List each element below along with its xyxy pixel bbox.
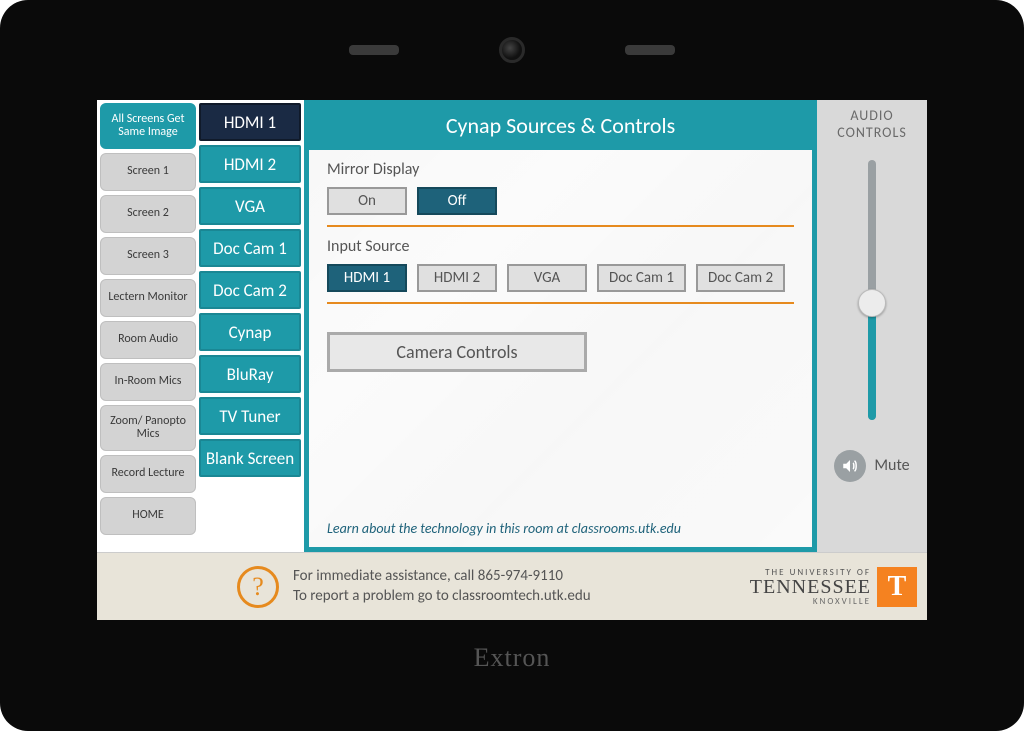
nav-room-audio[interactable]: Room Audio: [100, 321, 196, 359]
nav-screen-2[interactable]: Screen 2: [100, 195, 196, 233]
speaker-right-icon: [625, 45, 675, 55]
source-hdmi-1[interactable]: HDMI 1: [199, 103, 301, 141]
input-source-label: Input Source: [327, 237, 794, 256]
mirror-on-button[interactable]: On: [327, 187, 407, 215]
source-doc-cam-1[interactable]: Doc Cam 1: [199, 229, 301, 267]
nav-lectern-monitor[interactable]: Lectern Monitor: [100, 279, 196, 317]
source-bluray[interactable]: BluRay: [199, 355, 301, 393]
device-frame: All Screens Get Same Image Screen 1 Scre…: [0, 0, 1024, 731]
source-column: HDMI 1 HDMI 2 VGA Doc Cam 1 Doc Cam 2 Cy…: [196, 100, 304, 552]
input-doc-cam-1[interactable]: Doc Cam 1: [597, 264, 686, 292]
input-vga[interactable]: VGA: [507, 264, 587, 292]
help-icon: ?: [237, 566, 279, 608]
input-hdmi-1[interactable]: HDMI 1: [327, 264, 407, 292]
speaker-icon[interactable]: [834, 450, 866, 482]
mirror-off-button[interactable]: Off: [417, 187, 497, 215]
source-cynap[interactable]: Cynap: [199, 313, 301, 351]
nav-all-screens[interactable]: All Screens Get Same Image: [100, 103, 196, 149]
nav-column: All Screens Get Same Image Screen 1 Scre…: [97, 100, 196, 552]
tennessee-t-icon: T: [877, 567, 917, 607]
nav-in-room-mics[interactable]: In-Room Mics: [100, 363, 196, 401]
university-main-text: TENNESSEE: [750, 577, 871, 597]
divider-2: [327, 302, 794, 304]
device-brand: Extron: [474, 643, 551, 673]
input-hdmi-2[interactable]: HDMI 2: [417, 264, 497, 292]
audio-column: AUDIO CONTROLS Mute: [817, 100, 927, 552]
nav-home[interactable]: HOME: [100, 497, 196, 535]
mute-button[interactable]: Mute: [874, 456, 909, 475]
input-doc-cam-2[interactable]: Doc Cam 2: [696, 264, 785, 292]
touch-screen: All Screens Get Same Image Screen 1 Scre…: [97, 100, 927, 620]
volume-slider[interactable]: [857, 160, 887, 420]
audio-controls-title: AUDIO CONTROLS: [837, 108, 907, 142]
source-hdmi-2[interactable]: HDMI 2: [199, 145, 301, 183]
mirror-display-label: Mirror Display: [327, 160, 794, 179]
volume-thumb[interactable]: [858, 289, 886, 317]
source-blank-screen[interactable]: Blank Screen: [199, 439, 301, 477]
footer-bar: ? For immediate assistance, call 865-974…: [97, 552, 927, 620]
learn-more-text: Learn about the technology in this room …: [327, 520, 794, 537]
nav-record-lecture[interactable]: Record Lecture: [100, 455, 196, 493]
divider-1: [327, 225, 794, 227]
speaker-left-icon: [349, 45, 399, 55]
source-tv-tuner[interactable]: TV Tuner: [199, 397, 301, 435]
university-sub-text: KNOXVILLE: [750, 597, 871, 606]
bezel-bottom: Extron: [0, 620, 1024, 695]
nav-screen-3[interactable]: Screen 3: [100, 237, 196, 275]
help-text: For immediate assistance, call 865-974-9…: [293, 567, 591, 606]
camera-controls-button[interactable]: Camera Controls: [327, 332, 587, 372]
source-doc-cam-2[interactable]: Doc Cam 2: [199, 271, 301, 309]
content-area: Cynap Sources & Controls Mirror Display …: [304, 100, 817, 552]
source-vga[interactable]: VGA: [199, 187, 301, 225]
volume-fill: [868, 303, 876, 420]
university-logo: THE UNIVERSITY OF TENNESSEE KNOXVILLE T: [750, 567, 917, 607]
camera-icon: [499, 37, 525, 63]
page-title: Cynap Sources & Controls: [304, 100, 817, 150]
nav-screen-1[interactable]: Screen 1: [100, 153, 196, 191]
bezel-top: [0, 0, 1024, 100]
nav-zoom-panopto-mics[interactable]: Zoom/ Panopto Mics: [100, 405, 196, 451]
